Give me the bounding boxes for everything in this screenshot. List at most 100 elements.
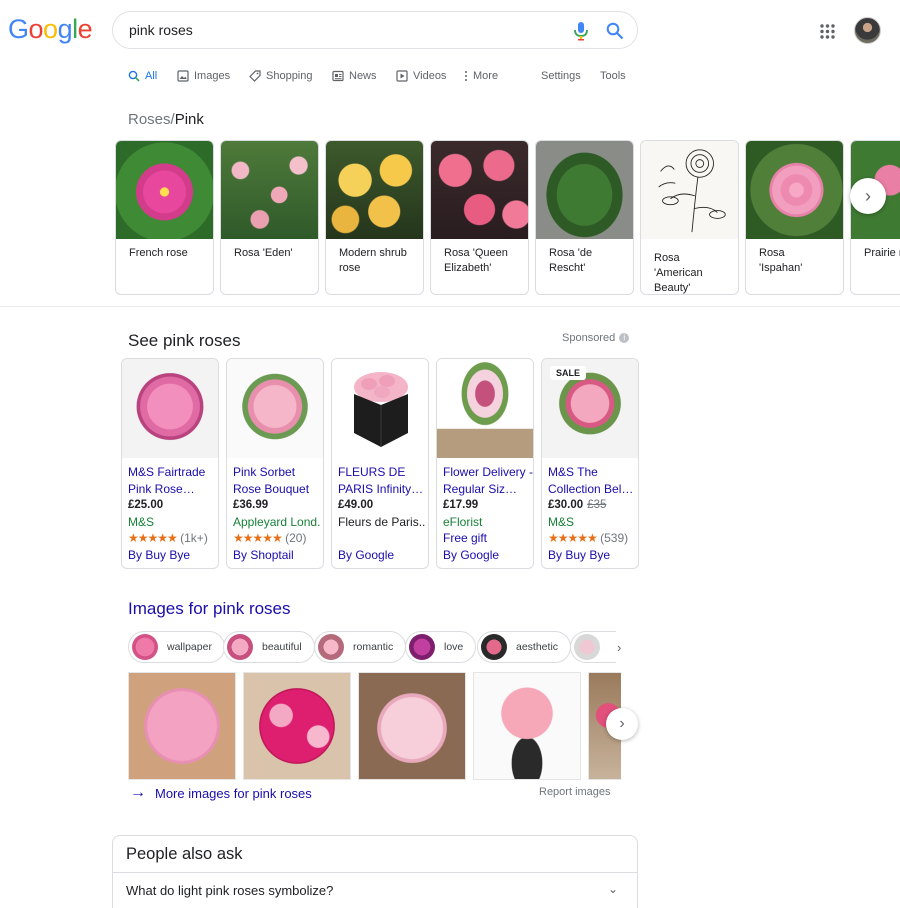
chip-thumbnail bbox=[132, 634, 158, 660]
tag-icon bbox=[249, 70, 261, 82]
carousel-card[interactable]: Prairie r bbox=[850, 140, 900, 295]
tab-more[interactable]: More bbox=[462, 70, 498, 82]
rating-count: (20) bbox=[285, 531, 307, 546]
chevron-right-icon: › bbox=[865, 185, 871, 206]
product-card[interactable]: FLEURS DE PARIS Infinity… £49.00 Fleurs … bbox=[331, 358, 429, 569]
product-card[interactable]: SALE M&S The Collection Bel… £30.00 £35 M… bbox=[541, 358, 639, 569]
product-by[interactable]: By Buy Bye bbox=[128, 547, 218, 564]
product-rating: ★★★★★ (539) bbox=[548, 530, 638, 547]
avatar[interactable] bbox=[854, 17, 881, 44]
logo-letter: G bbox=[8, 14, 29, 44]
google-logo[interactable]: Google bbox=[8, 14, 93, 45]
chip-label: wallpaper bbox=[167, 641, 212, 653]
more-images-link[interactable]: → More images for pink roses bbox=[130, 784, 312, 802]
tab-label: More bbox=[473, 70, 499, 82]
shopping-title: See pink roses bbox=[128, 331, 241, 350]
product-store: M&S bbox=[548, 514, 575, 529]
carousel-card[interactable]: Modern shrub rose bbox=[325, 140, 424, 295]
breadcrumb: Roses/Pink bbox=[128, 111, 204, 128]
carousel-card[interactable]: French rose bbox=[115, 140, 214, 295]
breadcrumb-current: Pink bbox=[174, 111, 204, 128]
images-next-button[interactable]: › bbox=[606, 708, 638, 740]
paa-question[interactable]: What do light pink roses symbolize? bbox=[126, 883, 333, 898]
tab-all[interactable]: All bbox=[128, 70, 157, 82]
carousel-card[interactable]: Rosa 'de Rescht' bbox=[535, 140, 634, 295]
carousel-next-button[interactable]: › bbox=[850, 178, 886, 214]
carousel-label: French rose bbox=[129, 247, 188, 259]
logo-letter: o bbox=[43, 14, 58, 44]
microphone-icon[interactable] bbox=[572, 21, 590, 41]
product-card[interactable]: M&S Fairtrade Pink Rose… £25.00 M&S ★★★★… bbox=[121, 358, 219, 569]
product-by[interactable]: By Buy Bye bbox=[548, 547, 638, 564]
info-icon[interactable]: i bbox=[619, 333, 630, 343]
product-name[interactable]: Pink Sorbet Rose Bouquet bbox=[233, 464, 323, 497]
tab-settings[interactable]: Settings bbox=[541, 70, 581, 82]
carousel-image bbox=[746, 141, 843, 239]
tab-tools[interactable]: Tools bbox=[600, 70, 626, 82]
tab-label: Tools bbox=[600, 70, 626, 82]
chevron-right-icon[interactable]: › bbox=[617, 640, 621, 655]
search-input[interactable] bbox=[129, 20, 549, 40]
price-current: £17.99 bbox=[443, 499, 479, 511]
chip-wallpaper[interactable]: wallpaper bbox=[128, 631, 225, 663]
rating-count: (1k+) bbox=[180, 531, 208, 546]
carousel-image bbox=[116, 141, 213, 239]
images-title[interactable]: Images for pink roses bbox=[128, 599, 291, 619]
chip-love[interactable]: love bbox=[405, 631, 477, 663]
logo-letter: e bbox=[77, 14, 93, 44]
chip-label: beautiful bbox=[262, 641, 302, 653]
product-by[interactable]: By Google bbox=[443, 547, 533, 564]
tab-label: Images bbox=[194, 70, 231, 82]
apps-grid-icon[interactable] bbox=[820, 24, 835, 39]
chip-beautiful[interactable]: beautiful bbox=[223, 631, 315, 663]
sale-badge: SALE bbox=[550, 366, 587, 380]
chip-more[interactable] bbox=[570, 631, 616, 663]
image-result[interactable] bbox=[243, 672, 351, 780]
tab-news[interactable]: News bbox=[332, 70, 377, 82]
product-card[interactable]: Flower Delivery - Regular Siz… £17.99 eF… bbox=[436, 358, 534, 569]
product-price: £25.00 bbox=[128, 497, 218, 514]
carousel-label: Prairie r bbox=[864, 247, 900, 259]
search-results-page: Google All Images bbox=[0, 0, 900, 908]
image-result[interactable] bbox=[473, 672, 581, 780]
section-divider bbox=[0, 306, 900, 307]
product-by[interactable]: By Google bbox=[338, 547, 428, 564]
tab-images[interactable]: Images bbox=[177, 70, 230, 82]
product-image: SALE bbox=[542, 359, 638, 458]
product-name[interactable]: Flower Delivery - Regular Siz… bbox=[443, 464, 533, 497]
tab-label: Videos bbox=[413, 70, 447, 82]
carousel-image bbox=[221, 141, 318, 239]
chip-thumbnail bbox=[318, 634, 344, 660]
tab-shopping[interactable]: Shopping bbox=[249, 70, 313, 82]
report-images-link[interactable]: Report images bbox=[539, 786, 611, 798]
carousel-image bbox=[536, 141, 633, 239]
product-image bbox=[437, 359, 533, 458]
product-price: £36.99 bbox=[233, 497, 323, 514]
product-name[interactable]: M&S Fairtrade Pink Rose… bbox=[128, 464, 218, 497]
product-price: £49.00 bbox=[338, 497, 428, 514]
product-name[interactable]: FLEURS DE PARIS Infinity… bbox=[338, 464, 428, 497]
paa-title: People also ask bbox=[126, 845, 243, 863]
chevron-down-icon[interactable]: ⌄ bbox=[608, 882, 618, 896]
product-store: Fleurs de Paris.. bbox=[338, 514, 426, 529]
product-name[interactable]: M&S The Collection Bel… bbox=[548, 464, 638, 497]
carousel-card[interactable]: Rosa 'American Beauty' bbox=[640, 140, 739, 295]
chip-romantic[interactable]: romantic bbox=[314, 631, 407, 663]
product-rating: ★★★★★ (20) bbox=[233, 530, 323, 547]
image-result[interactable] bbox=[358, 672, 466, 780]
carousel-card[interactable]: Rosa 'Eden' bbox=[220, 140, 319, 295]
chip-aesthetic[interactable]: aesthetic bbox=[477, 631, 572, 663]
carousel-label: Rosa 'Queen Elizabeth' bbox=[444, 247, 508, 274]
breadcrumb-parent[interactable]: Roses bbox=[128, 111, 171, 128]
carousel-card[interactable]: Rosa 'Ispahan' bbox=[745, 140, 844, 295]
carousel-card[interactable]: Rosa 'Queen Elizabeth' bbox=[430, 140, 529, 295]
price-current: £25.00 bbox=[128, 499, 164, 511]
price-current: £49.00 bbox=[338, 499, 374, 511]
product-card[interactable]: Pink Sorbet Rose Bouquet £36.99 Appleyar… bbox=[226, 358, 324, 569]
product-by[interactable]: By Shoptail bbox=[233, 547, 323, 564]
tab-videos[interactable]: Videos bbox=[396, 70, 446, 82]
search-icon[interactable] bbox=[606, 22, 624, 40]
video-icon bbox=[396, 70, 408, 82]
product-image bbox=[332, 359, 428, 458]
image-result[interactable] bbox=[128, 672, 236, 780]
